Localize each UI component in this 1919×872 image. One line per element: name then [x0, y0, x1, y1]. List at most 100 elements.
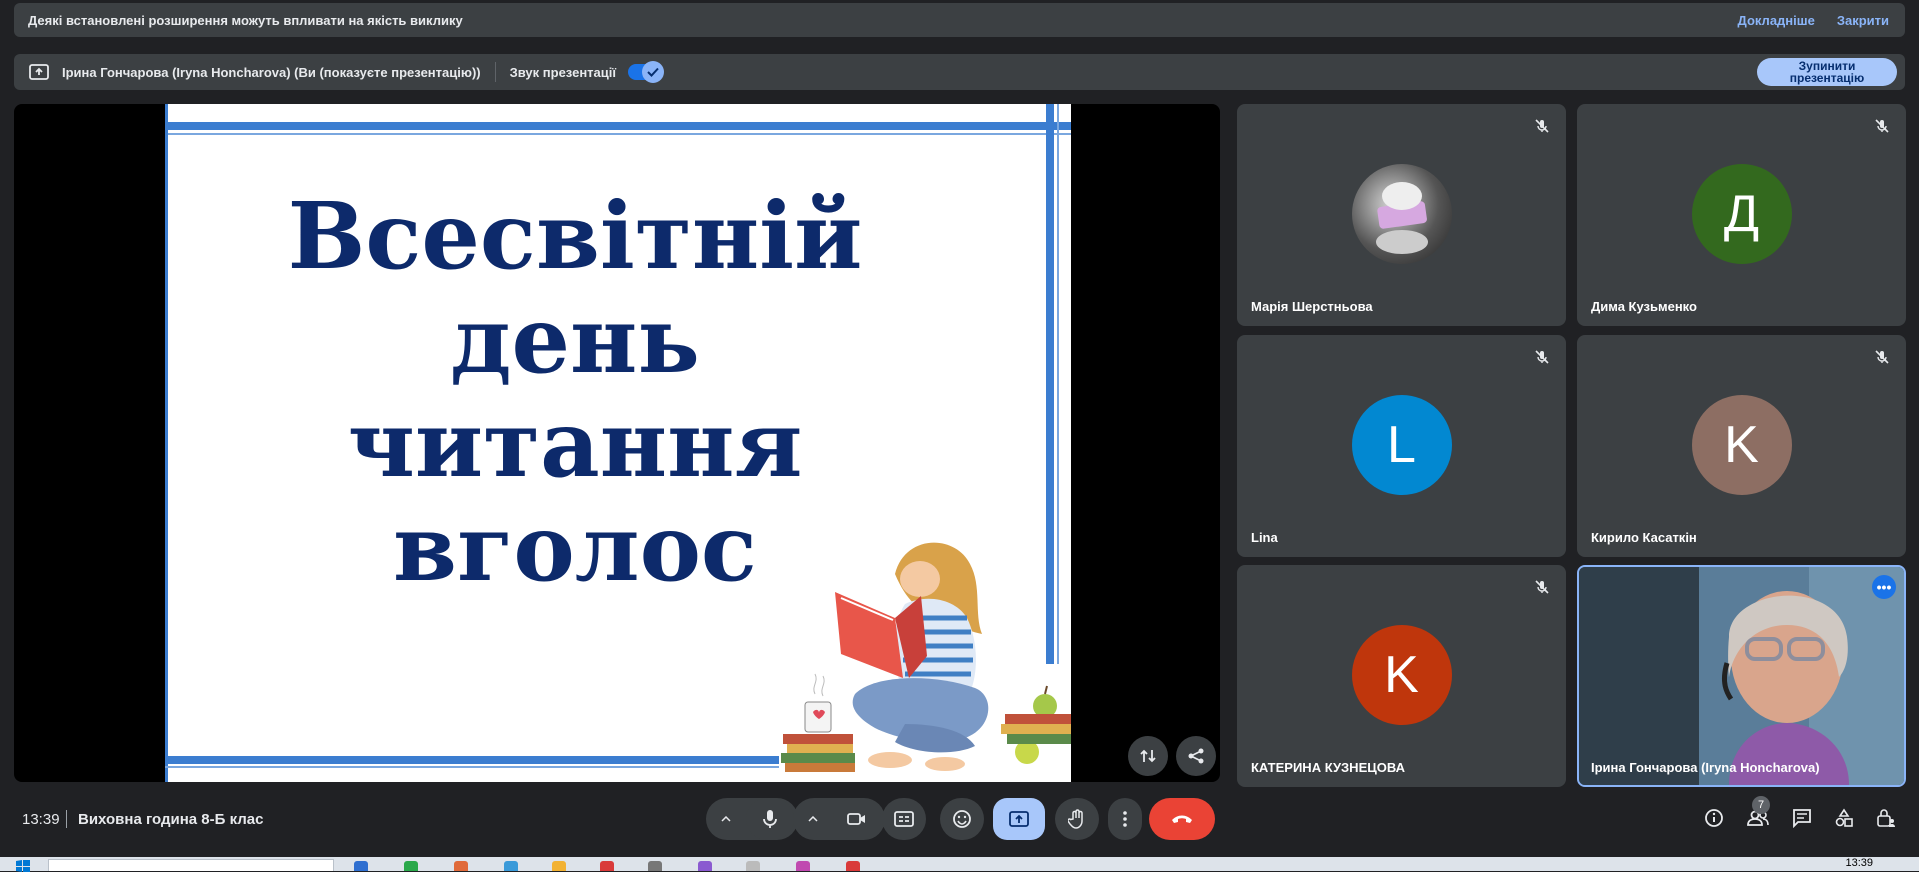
presentation-stage: Всесвітній день читання вголос [14, 104, 1220, 782]
slide-border [165, 766, 779, 768]
captions-button[interactable] [882, 798, 926, 840]
chat-button[interactable] [1788, 804, 1816, 832]
present-screen-icon [28, 63, 50, 81]
profile-photo [1375, 182, 1428, 254]
taskbar-app-icon[interactable] [354, 861, 368, 871]
meeting-details-button[interactable] [1700, 804, 1728, 832]
more-options-button[interactable] [1108, 798, 1142, 840]
check-icon [642, 61, 665, 83]
participant-tile[interactable]: L Lina [1237, 335, 1566, 557]
microphone-icon [763, 810, 777, 828]
divider [66, 810, 67, 828]
taskbar-app-icon[interactable] [796, 861, 810, 871]
participant-name: Марія Шерстньова [1251, 299, 1373, 314]
camera-icon [847, 813, 865, 825]
chevron-up-icon [721, 816, 731, 822]
taskbar-clock: 13:39 [1845, 857, 1873, 869]
close-warning-link[interactable]: Закрити [1837, 13, 1889, 28]
mic-off-icon [1875, 350, 1889, 364]
share-button[interactable] [1176, 736, 1216, 776]
meeting-time: 13:39 [22, 811, 60, 828]
more-options-icon[interactable]: ••• [1872, 575, 1896, 599]
participant-name: КАТЕРИНА КУЗНЕЦОВА [1251, 760, 1405, 775]
slide-border [165, 104, 168, 782]
share-icon [1188, 748, 1204, 764]
meeting-controls-bar: 13:39 Виховна година 8-Б клас 7 [0, 790, 1919, 848]
taskbar-app-icon[interactable] [648, 861, 662, 871]
audio-settings-caret[interactable] [706, 798, 746, 840]
camera-control-group [793, 798, 885, 840]
stop-presenting-button[interactable]: Зупинити презентацію [1757, 58, 1897, 86]
hand-icon [1068, 809, 1083, 829]
avatar: K [1691, 395, 1792, 495]
slide-title-line: день [450, 286, 700, 394]
windows-start-icon[interactable] [16, 860, 30, 872]
presentation-slide: Всесвітній день читання вголос [165, 104, 1071, 782]
mic-control-group [706, 798, 798, 840]
swap-layout-button[interactable] [1128, 736, 1168, 776]
mic-off-icon [1535, 580, 1549, 594]
meeting-title: Виховна година 8-Б клас [78, 811, 264, 828]
hang-up-icon [1172, 815, 1192, 823]
people-button[interactable]: 7 [1744, 796, 1772, 832]
avatar [1351, 164, 1452, 264]
warning-message: Деякі встановлені розширення можуть впли… [28, 12, 463, 28]
host-controls-button[interactable] [1872, 804, 1900, 832]
slide-border [165, 122, 1071, 130]
taskbar-app-icon[interactable] [404, 861, 418, 871]
closed-captions-icon [894, 811, 914, 827]
taskbar-app-icon[interactable] [552, 861, 566, 871]
self-view-tile[interactable]: ••• Ірина Гончарова (Iryna Honcharova) [1577, 565, 1906, 787]
slide-title-line: читання [347, 390, 803, 498]
taskbar-app-icon[interactable] [746, 861, 760, 871]
more-vert-icon [1123, 811, 1127, 827]
participant-name: Кирило Касаткін [1591, 530, 1697, 545]
participant-name: Lina [1251, 530, 1278, 545]
present-screen-icon [1009, 811, 1029, 827]
reading-girl-illustration [781, 542, 1071, 772]
raise-hand-button[interactable] [1055, 798, 1099, 840]
avatar: Д [1691, 164, 1792, 264]
participant-tile[interactable]: Марія Шерстньова [1237, 104, 1566, 326]
os-taskbar: 13:39 [0, 857, 1919, 872]
slide-border [165, 133, 1071, 135]
reactions-button[interactable] [940, 798, 984, 840]
avatar: K [1351, 625, 1452, 725]
slide-border [165, 756, 779, 764]
info-icon [1705, 809, 1723, 827]
taskbar-app-icon[interactable] [504, 861, 518, 871]
taskbar-app-icon[interactable] [698, 861, 712, 871]
presenter-label: Ірина Гончарова (Iryna Honcharova) (Ви (… [62, 64, 481, 80]
divider [494, 62, 496, 82]
chevron-up-icon [808, 816, 818, 822]
camera-button[interactable] [833, 798, 881, 840]
presentation-sound-toggle[interactable] [628, 61, 665, 83]
chat-icon [1793, 809, 1811, 828]
participant-name: Дима Кузьменко [1591, 299, 1697, 314]
taskbar-app-icon[interactable] [454, 861, 468, 871]
learn-more-link[interactable]: Докладніше [1738, 13, 1815, 28]
participant-name: Ірина Гончарова (Iryna Honcharova) [1591, 760, 1820, 775]
present-now-button[interactable] [993, 798, 1045, 840]
participant-tile[interactable]: K Кирило Касаткін [1577, 335, 1906, 557]
extensions-warning-bar: Деякі встановлені розширення можуть впли… [14, 3, 1905, 37]
video-settings-caret[interactable] [793, 798, 833, 840]
swap-icon [1140, 749, 1156, 763]
taskbar-app-icon[interactable] [600, 861, 614, 871]
presentation-sound-label: Звук презентації [509, 64, 617, 80]
shapes-icon [1835, 808, 1853, 827]
participant-tile[interactable]: Д Дима Кузьменко [1577, 104, 1906, 326]
microphone-button[interactable] [746, 798, 794, 840]
mic-off-icon [1535, 119, 1549, 133]
slide-title-line: Всесвітній [287, 182, 863, 290]
avatar: L [1351, 395, 1452, 495]
emoji-icon [953, 810, 971, 828]
leave-call-button[interactable] [1149, 798, 1215, 840]
participant-tile[interactable]: K КАТЕРИНА КУЗНЕЦОВА [1237, 565, 1566, 787]
taskbar-app-icon[interactable] [846, 861, 860, 871]
taskbar-search-box[interactable] [48, 859, 334, 871]
mic-off-icon [1535, 350, 1549, 364]
activities-button[interactable] [1830, 804, 1858, 832]
lock-person-icon [1877, 809, 1895, 827]
self-video [1579, 567, 1904, 785]
